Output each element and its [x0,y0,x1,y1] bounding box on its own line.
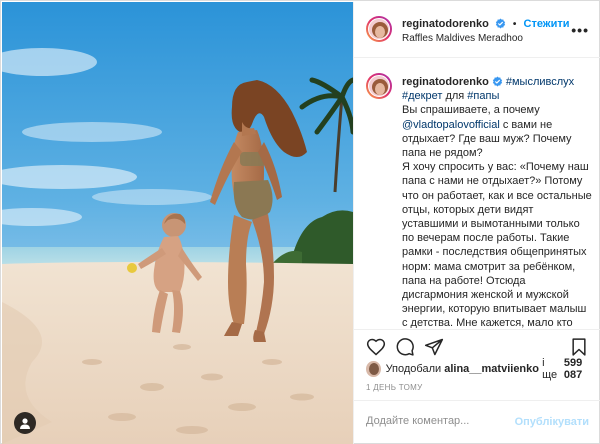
bookmark-icon[interactable] [569,337,589,357]
post-dialog: reginatodorenko • Стежити Raffles Maldiv… [0,0,600,444]
hashtag-link[interactable]: #мысливслух [506,76,574,88]
more-options-button[interactable]: ••• [571,22,589,38]
likes-middle: і ще [542,357,558,381]
post-side-panel: reginatodorenko • Стежити Raffles Maldiv… [353,2,600,444]
post-timestamp[interactable]: 1 ДЕНЬ ТОМУ [366,383,422,392]
more-horizontal-icon: ••• [571,22,589,38]
beach-photo-image [2,2,353,444]
likes-summary: Уподобали alina__matviienko і ще 599 087 [366,357,600,381]
caption-fragment: для [445,90,465,103]
caption-text: reginatodorenko #мысливслух #декрет для … [402,75,592,328]
comment-input[interactable] [366,415,516,427]
likes-prefix: Уподобали [385,363,442,375]
verified-badge-icon [495,18,506,29]
author-username[interactable]: reginatodorenko [402,18,489,30]
hashtag-link[interactable]: #декрет [402,90,442,102]
caption-fragment: Вы спрашиваете, а почему [402,104,540,117]
verified-badge-icon [492,76,502,87]
hashtag-link[interactable]: #папы [467,90,499,102]
comment-icon[interactable] [395,337,415,357]
location-link[interactable]: Raffles Maldives Meradhoo [402,33,523,44]
tagged-users-button[interactable] [14,412,36,434]
post-header: reginatodorenko • Стежити Raffles Maldiv… [354,2,600,58]
mention-link[interactable]: @vladtopalovofficial [402,119,500,131]
liker-avatar[interactable] [366,361,381,377]
caption-fragment: Я хочу спросить у вас: «Почему наш папа … [402,161,592,328]
author-avatar[interactable] [366,16,392,42]
caption-area: reginatodorenko #мысливслух #декрет для … [354,59,600,328]
heart-icon[interactable] [366,337,386,357]
follow-button[interactable]: Стежити [524,18,570,30]
liker-username[interactable]: alina__matviienko [444,363,539,375]
user-icon [20,418,30,429]
caption-username[interactable]: reginatodorenko [402,76,489,88]
comment-bar: Опублікувати [354,400,600,444]
share-icon[interactable] [424,337,444,357]
separator-dot: • [512,19,517,30]
header-user-row: reginatodorenko • Стежити [402,18,570,30]
caption-author-avatar[interactable] [366,73,392,99]
publish-button[interactable]: Опублікувати [515,416,589,428]
likes-count[interactable]: 599 087 [564,357,600,381]
post-photo[interactable] [2,2,353,444]
